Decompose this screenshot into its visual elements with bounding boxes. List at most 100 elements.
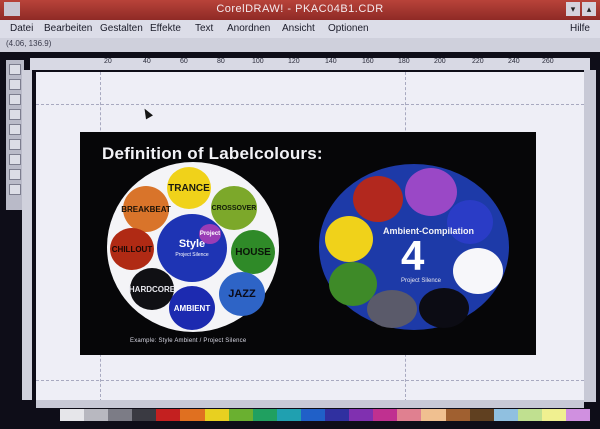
yellow-swatch <box>325 216 373 262</box>
system-menu-icon[interactable] <box>4 2 20 16</box>
blue-swatch <box>447 200 493 244</box>
minimize-button[interactable]: ▾ <box>566 2 580 16</box>
rectangle-tool-icon[interactable] <box>9 124 21 135</box>
vertical-scrollbar[interactable] <box>584 70 596 402</box>
house-dot: HOUSE <box>231 230 275 274</box>
palette-swatch[interactable] <box>325 409 350 421</box>
ruler-tick: 20 <box>104 58 112 65</box>
palette-swatch[interactable] <box>180 409 205 421</box>
palette-swatch[interactable] <box>541 409 566 421</box>
ruler-tick: 240 <box>508 58 520 65</box>
title-bar: CorelDRAW! - PKAC04B1.CDR ▾ ▴ <box>0 0 600 20</box>
ruler-tick: 220 <box>472 58 484 65</box>
palette-swatch[interactable] <box>84 409 109 421</box>
palette-swatch[interactable] <box>565 409 591 421</box>
purple-swatch <box>405 168 457 216</box>
ambient-dot: AMBIENT <box>169 286 215 330</box>
palette-swatch[interactable] <box>132 409 157 421</box>
jazz-label: JAZZ <box>228 288 256 300</box>
fill-tool-icon[interactable] <box>9 184 21 195</box>
palette-swatch[interactable] <box>204 409 229 421</box>
menu-ansicht[interactable]: Ansicht <box>282 23 315 34</box>
grey-swatch <box>367 290 417 328</box>
label-artwork[interactable]: Definition of Labelcolours: BREAKBEAT TR… <box>80 132 536 355</box>
red-swatch <box>353 176 403 222</box>
palette-swatch[interactable] <box>60 409 85 421</box>
menu-text[interactable]: Text <box>195 23 213 34</box>
palette-swatch[interactable] <box>469 409 494 421</box>
shape-tool-icon[interactable] <box>9 79 21 90</box>
palette-swatch[interactable] <box>421 409 446 421</box>
compilation-number: 4 <box>401 232 425 279</box>
status-bar: (4.06, 136.9) <box>0 38 600 52</box>
menu-bearbeiten[interactable]: Bearbeiten <box>44 23 92 34</box>
project-dot: Project <box>199 224 221 244</box>
color-palette[interactable] <box>60 409 591 421</box>
horizontal-ruler: 20 40 60 80 100 120 140 160 180 200 220 … <box>30 58 590 70</box>
ruler-tick: 160 <box>362 58 374 65</box>
house-label: HOUSE <box>235 246 271 258</box>
palette-swatch[interactable] <box>228 409 253 421</box>
palette-swatch[interactable] <box>397 409 422 421</box>
palette-swatch[interactable] <box>108 409 133 421</box>
ambient-label: AMBIENT <box>173 303 211 313</box>
horizontal-scrollbar[interactable] <box>36 400 584 408</box>
chillout-label: CHILLOUT <box>111 244 153 254</box>
ruler-tick: 180 <box>398 58 410 65</box>
palette-swatch[interactable] <box>517 409 542 421</box>
black-swatch <box>419 288 469 328</box>
crossover-label: CROSSOVER <box>211 204 257 212</box>
vertical-ruler <box>22 70 32 400</box>
ruler-tick: 140 <box>325 58 337 65</box>
ellipse-tool-icon[interactable] <box>9 139 21 150</box>
breakbeat-dot: BREAKBEAT <box>121 186 171 232</box>
menu-optionen[interactable]: Optionen <box>328 23 369 34</box>
example-caption: Example: Style Ambient / Project Silence <box>130 338 247 344</box>
palette-swatch[interactable] <box>300 409 326 421</box>
menu-anordnen[interactable]: Anordnen <box>227 23 270 34</box>
zoom-tool-icon[interactable] <box>9 94 21 105</box>
maximize-button[interactable]: ▴ <box>582 2 596 16</box>
menu-datei[interactable]: Datei <box>10 23 33 34</box>
hardcore-label: HARDCORE <box>128 284 176 294</box>
palette-swatch[interactable] <box>276 409 301 421</box>
white-swatch <box>453 248 503 294</box>
trance-dot: TRANCE <box>167 167 211 209</box>
guide-line[interactable] <box>36 104 584 106</box>
label-colour-legend: BREAKBEAT TRANCE CROSSOVER CHILLOUT Styl… <box>107 162 279 332</box>
pencil-tool-icon[interactable] <box>9 109 21 120</box>
menu-hilfe[interactable]: Hilfe <box>570 23 590 34</box>
pick-tool-icon[interactable] <box>9 64 21 75</box>
ruler-tick: 60 <box>180 58 188 65</box>
compilation-label: Ambient-Compilation 4 Project Silence <box>319 164 509 330</box>
palette-swatch[interactable] <box>445 409 470 421</box>
style-sub-label: Project Silence <box>175 252 209 258</box>
compilation-title: Ambient-Compilation <box>383 226 474 236</box>
style-dot: Style Project Silence <box>157 214 227 282</box>
palette-swatch[interactable] <box>373 409 398 421</box>
compilation-subtitle: Project Silence <box>401 278 442 284</box>
chillout-dot: CHILLOUT <box>110 228 154 270</box>
palette-swatch[interactable] <box>156 409 181 421</box>
ruler-tick: 260 <box>542 58 554 65</box>
palette-swatch[interactable] <box>252 409 277 421</box>
jazz-dot: JAZZ <box>219 272 265 316</box>
guide-line[interactable] <box>36 380 584 382</box>
cursor-coordinates: (4.06, 136.9) <box>6 39 52 48</box>
palette-swatch[interactable] <box>349 409 374 421</box>
outline-tool-icon[interactable] <box>9 169 21 180</box>
menu-gestalten[interactable]: Gestalten <box>100 23 143 34</box>
palette-swatch[interactable] <box>493 409 518 421</box>
menu-effekte[interactable]: Effekte <box>150 23 181 34</box>
coreldraw-window: CorelDRAW! - PKAC04B1.CDR ▾ ▴ Datei Bear… <box>0 0 600 429</box>
ruler-tick: 120 <box>288 58 300 65</box>
project-label: Project <box>199 231 221 237</box>
ruler-tick: 40 <box>143 58 151 65</box>
text-tool-icon[interactable] <box>9 154 21 165</box>
artwork-heading: Definition of Labelcolours: <box>102 144 323 163</box>
ruler-tick: 200 <box>434 58 446 65</box>
ruler-tick: 80 <box>217 58 225 65</box>
crossover-dot: CROSSOVER <box>211 186 257 230</box>
trance-label: TRANCE <box>168 182 210 194</box>
menu-bar: Datei Bearbeiten Gestalten Effekte Text … <box>0 20 600 38</box>
